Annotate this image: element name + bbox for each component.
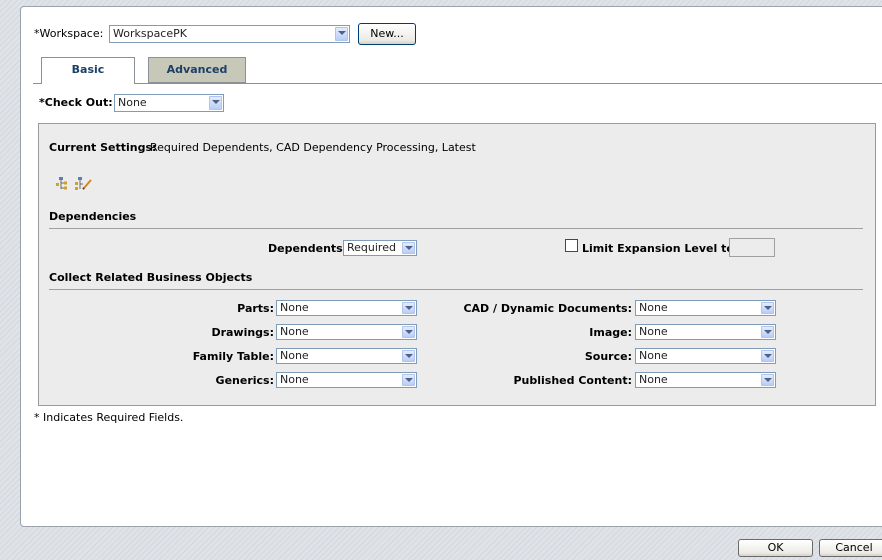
limit-expansion-label: Limit Expansion Level to: (582, 242, 739, 255)
current-settings-label: Current Settings: (49, 141, 157, 154)
family-table-select[interactable]: None (276, 348, 417, 364)
workspace-value: WorkspacePK (113, 27, 187, 40)
drawings-value: None (280, 325, 309, 338)
cad-documents-value: None (639, 301, 668, 314)
parts-value: None (280, 301, 309, 314)
limit-expansion-input[interactable] (729, 238, 775, 257)
tab-baseline-right (134, 83, 882, 84)
parts-select[interactable]: None (276, 300, 417, 316)
settings-section: Current Settings: Required Dependents, C… (38, 123, 876, 406)
source-select[interactable]: None (635, 348, 776, 364)
published-content-value: None (639, 373, 668, 386)
generics-select[interactable]: None (276, 372, 417, 388)
chevron-down-icon (402, 326, 415, 338)
generics-label: Generics: (215, 374, 274, 387)
dependents-label: Dependents: (268, 242, 348, 255)
limit-expansion-checkbox[interactable] (565, 239, 578, 252)
image-label: Image: (589, 326, 632, 339)
dependencies-divider (49, 228, 863, 229)
ok-button[interactable]: OK (738, 539, 813, 557)
chevron-down-icon (402, 302, 415, 314)
published-content-select[interactable]: None (635, 372, 776, 388)
chevron-down-icon (761, 374, 774, 386)
published-content-label: Published Content: (513, 374, 632, 387)
dependents-value: Required (347, 241, 396, 254)
family-table-label: Family Table: (192, 350, 274, 363)
source-label: Source: (584, 350, 632, 363)
required-fields-note: * Indicates Required Fields. (34, 411, 184, 424)
collect-divider (49, 289, 863, 290)
checkout-value: None (118, 96, 147, 109)
chevron-down-icon (761, 350, 774, 362)
chevron-down-icon (402, 374, 415, 386)
dependents-select[interactable]: Required (343, 240, 417, 256)
dependencies-heading: Dependencies (49, 210, 137, 223)
edit-structure-icon[interactable] (75, 176, 93, 190)
family-table-value: None (280, 349, 309, 362)
new-workspace-button[interactable]: New... (358, 23, 416, 45)
chevron-down-icon (402, 242, 415, 254)
checkout-select[interactable]: None (114, 94, 224, 112)
drawings-label: Drawings: (211, 326, 274, 339)
chevron-down-icon (402, 350, 415, 362)
image-select[interactable]: None (635, 324, 776, 340)
chevron-down-icon (761, 326, 774, 338)
chevron-down-icon (209, 96, 222, 110)
dialog-panel: *Workspace: WorkspacePK New... Basic Adv… (20, 6, 882, 527)
current-settings-value: Required Dependents, CAD Dependency Proc… (150, 141, 476, 154)
tab-advanced[interactable]: Advanced (148, 57, 246, 83)
cad-documents-label: CAD / Dynamic Documents: (463, 302, 632, 315)
chevron-down-icon (761, 302, 774, 314)
tab-baseline-left (33, 83, 41, 84)
parts-label: Parts: (237, 302, 274, 315)
workspace-label: *Workspace: (34, 27, 104, 40)
cancel-button[interactable]: Cancel (819, 539, 882, 557)
drawings-select[interactable]: None (276, 324, 417, 340)
tab-basic[interactable]: Basic (41, 57, 135, 84)
workspace-select[interactable]: WorkspacePK (109, 25, 350, 43)
image-value: None (639, 325, 668, 338)
cad-documents-select[interactable]: None (635, 300, 776, 316)
chevron-down-icon (335, 27, 348, 41)
source-value: None (639, 349, 668, 362)
checkout-label: *Check Out: (39, 96, 113, 109)
structure-tree-icon[interactable] (54, 176, 68, 190)
generics-value: None (280, 373, 309, 386)
collect-heading: Collect Related Business Objects (49, 271, 253, 284)
